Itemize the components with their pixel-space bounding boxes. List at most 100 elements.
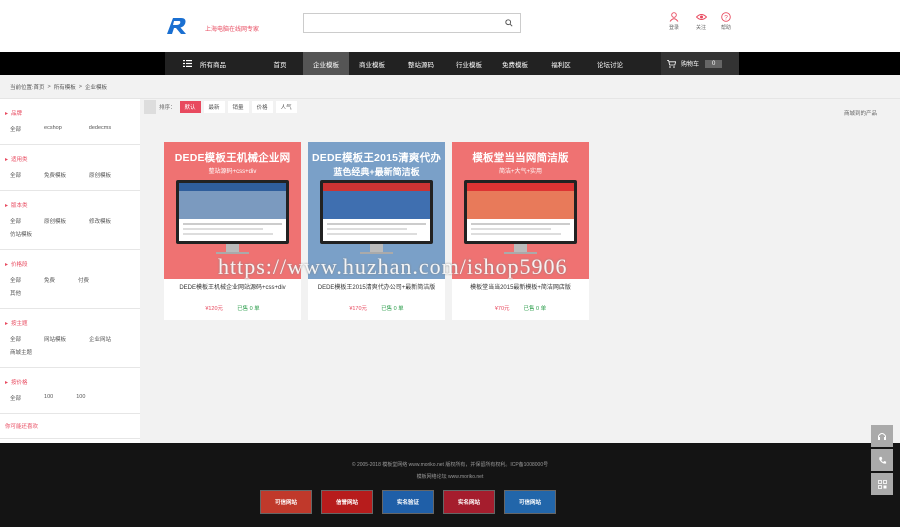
qr-code-icon bbox=[877, 479, 887, 489]
nav-item-forum[interactable]: 论坛讨论 bbox=[583, 52, 637, 75]
nav-item-enterprise[interactable]: 企业模板 bbox=[303, 52, 349, 75]
footer-site-link[interactable]: 模板网络论坛 www.moriko.net bbox=[0, 473, 900, 480]
thumbnail-title: 模板堂当当网简洁版 bbox=[472, 152, 569, 164]
sort-label: 排序： bbox=[159, 105, 176, 111]
trust-badges: 可信网站 信誉网站 实名验证 实名网站 可信网站 bbox=[260, 490, 565, 514]
all-categories-label: 所有商品 bbox=[200, 61, 226, 69]
filter-option[interactable]: 100 bbox=[76, 394, 85, 402]
filter-sidebar: 品牌 全部 ecshop dedecms 适用类 全部 免费模板 原创模板 版本… bbox=[0, 99, 140, 443]
filter-option[interactable]: 其他 bbox=[10, 289, 21, 297]
product-area: 排序： 默认 最新 销量 价格 人气 商城到的产品 DEDE模板王机械企业网 整… bbox=[140, 99, 900, 443]
site-logo[interactable] bbox=[165, 16, 189, 36]
phone-icon bbox=[878, 456, 886, 464]
help-label: 帮助 bbox=[720, 25, 731, 31]
filter-option[interactable]: dedecms bbox=[89, 125, 111, 133]
product-thumbnail[interactable]: 模板堂当当网简洁版 简洁+大气+实用 bbox=[452, 142, 589, 279]
search-input[interactable] bbox=[304, 16, 498, 35]
filter-option[interactable]: 100 bbox=[44, 394, 53, 402]
search-button[interactable] bbox=[498, 14, 520, 32]
filter-group-type: 适用类 全部 免费模板 原创模板 bbox=[0, 145, 140, 191]
trust-badge[interactable]: 可信网站 bbox=[504, 490, 556, 514]
filter-option[interactable]: 全部 bbox=[10, 125, 21, 133]
trust-badge[interactable]: 实名网站 bbox=[443, 490, 495, 514]
sort-sales-button[interactable]: 销量 bbox=[227, 101, 249, 113]
product-title[interactable]: DEDE模板王2015清爽代办公司+最新简洁版 bbox=[308, 279, 445, 303]
filter-option[interactable]: 修改模板 bbox=[89, 217, 111, 225]
product-title[interactable]: DEDE模板王机械企业网站源码+css+div bbox=[164, 279, 301, 303]
nav-item-welfare[interactable]: 福利区 bbox=[539, 52, 583, 75]
login-link[interactable]: 登录 bbox=[659, 12, 689, 31]
headset-icon bbox=[878, 433, 886, 440]
menu-icon bbox=[183, 60, 192, 67]
breadcrumb-current-label[interactable]: 当前位置:首页 bbox=[10, 83, 45, 91]
cart-button[interactable]: 购物车 0 bbox=[661, 52, 739, 75]
breadcrumb-enterprise: 企业模板 bbox=[84, 84, 107, 91]
trust-badge[interactable]: 可信网站 bbox=[260, 490, 312, 514]
product-title[interactable]: 模板堂当当2015最新模板+简洁网店版 bbox=[452, 279, 589, 303]
nav-item-source[interactable]: 整站源码 bbox=[395, 52, 447, 75]
all-categories-button[interactable]: 所有商品 bbox=[165, 52, 253, 75]
product-card[interactable]: DEDE模板王机械企业网 整站源码+css+div DEDE模板王机械企业网站源… bbox=[164, 142, 301, 320]
filter-option[interactable]: 免费模板 bbox=[44, 171, 66, 179]
sort-default-button[interactable]: 默认 bbox=[179, 101, 201, 113]
filter-option[interactable]: 原创模板 bbox=[44, 217, 66, 225]
nav-item-commerce[interactable]: 商业模板 bbox=[349, 52, 395, 75]
sort-bar: 排序： 默认 最新 销量 价格 人气 bbox=[144, 99, 300, 115]
product-card[interactable]: DEDE模板王2015清爽代办 蓝色经典+最新简洁板 DEDE模板王2015清爽… bbox=[308, 142, 445, 320]
filter-option[interactable]: 全部 bbox=[10, 394, 21, 402]
user-icon bbox=[669, 12, 679, 22]
filter-option[interactable]: 付费 bbox=[78, 276, 89, 284]
filter-option[interactable]: 全部 bbox=[10, 217, 21, 225]
qr-code-button[interactable] bbox=[871, 473, 893, 495]
filter-option[interactable]: 全部 bbox=[10, 335, 21, 343]
product-thumbnail[interactable]: DEDE模板王2015清爽代办 蓝色经典+最新简洁板 bbox=[308, 142, 445, 279]
filter-title: 适用类 bbox=[5, 155, 140, 163]
filter-option[interactable]: 全部 bbox=[10, 276, 21, 284]
filter-title: 按价格 bbox=[5, 378, 140, 386]
filter-group-price-range: 价格段 全部 免费 付费 其他 bbox=[0, 250, 140, 309]
nav-item-free[interactable]: 免费模板 bbox=[491, 52, 539, 75]
svg-text:?: ? bbox=[724, 15, 728, 22]
product-thumbnail[interactable]: DEDE模板王机械企业网 整站源码+css+div bbox=[164, 142, 301, 279]
service-button[interactable] bbox=[871, 425, 893, 447]
monitor-image bbox=[320, 180, 433, 244]
filter-option[interactable]: 商城主题 bbox=[10, 348, 32, 356]
sort-popularity-button[interactable]: 人气 bbox=[275, 101, 297, 113]
filter-option[interactable]: ecshop bbox=[44, 125, 62, 133]
filter-group-version: 版本类 全部 原创模板 修改模板 仿站模板 bbox=[0, 191, 140, 250]
monitor-image bbox=[464, 180, 577, 244]
sort-toggle[interactable] bbox=[144, 100, 156, 114]
trust-badge[interactable]: 实名验证 bbox=[382, 490, 434, 514]
breadcrumb-separator: > bbox=[47, 83, 51, 90]
product-card[interactable]: 模板堂当当网简洁版 简洁+大气+实用 模板堂当当2015最新模板+简洁网店版 ¥… bbox=[452, 142, 589, 320]
sort-price-button[interactable]: 价格 bbox=[251, 101, 273, 113]
filter-option[interactable]: 全部 bbox=[10, 171, 21, 179]
filter-title: 品牌 bbox=[5, 109, 140, 117]
thumbnail-subtitle: 整站源码+css+div bbox=[208, 169, 257, 175]
product-price: ¥120元 bbox=[205, 306, 224, 312]
top-header: 上海电脑在线网专家 登录 关注 ? 帮助 bbox=[0, 0, 900, 52]
filter-group-theme: 按主题 全部 网站模板 企业网站 商城主题 bbox=[0, 309, 140, 368]
trust-badge[interactable]: 信誉网站 bbox=[321, 490, 373, 514]
sidebar-footer-link[interactable]: 你可能还喜欢 bbox=[0, 414, 140, 439]
product-price: ¥70元 bbox=[494, 306, 510, 312]
breadcrumb-all-templates[interactable]: 所有模板 bbox=[54, 83, 76, 91]
filter-option[interactable]: 原创模板 bbox=[89, 171, 111, 179]
filter-option[interactable]: 仿站模板 bbox=[10, 230, 32, 238]
nav-item-home[interactable]: 首页 bbox=[257, 52, 303, 75]
filter-option[interactable]: 免费 bbox=[44, 276, 55, 284]
product-sold-count: 已售 0 单 bbox=[523, 306, 547, 312]
phone-button[interactable] bbox=[871, 449, 893, 471]
sort-newest-button[interactable]: 最新 bbox=[203, 101, 225, 113]
site-tagline: 上海电脑在线网专家 bbox=[205, 27, 260, 33]
filter-option[interactable]: 企业网站 bbox=[89, 335, 111, 343]
help-link[interactable]: ? 帮助 bbox=[711, 12, 741, 31]
filter-title: 按主题 bbox=[5, 319, 140, 327]
nav-item-industry[interactable]: 行业模板 bbox=[447, 52, 491, 75]
thumbnail-subtitle: 简洁+大气+实用 bbox=[498, 169, 542, 175]
breadcrumb-separator: > bbox=[78, 83, 82, 90]
filter-option[interactable]: 网站模板 bbox=[44, 335, 66, 343]
filter-group-price: 按价格 全部 100 100 bbox=[0, 368, 140, 414]
monitor-image bbox=[176, 180, 289, 244]
floating-toolbar bbox=[871, 425, 893, 497]
